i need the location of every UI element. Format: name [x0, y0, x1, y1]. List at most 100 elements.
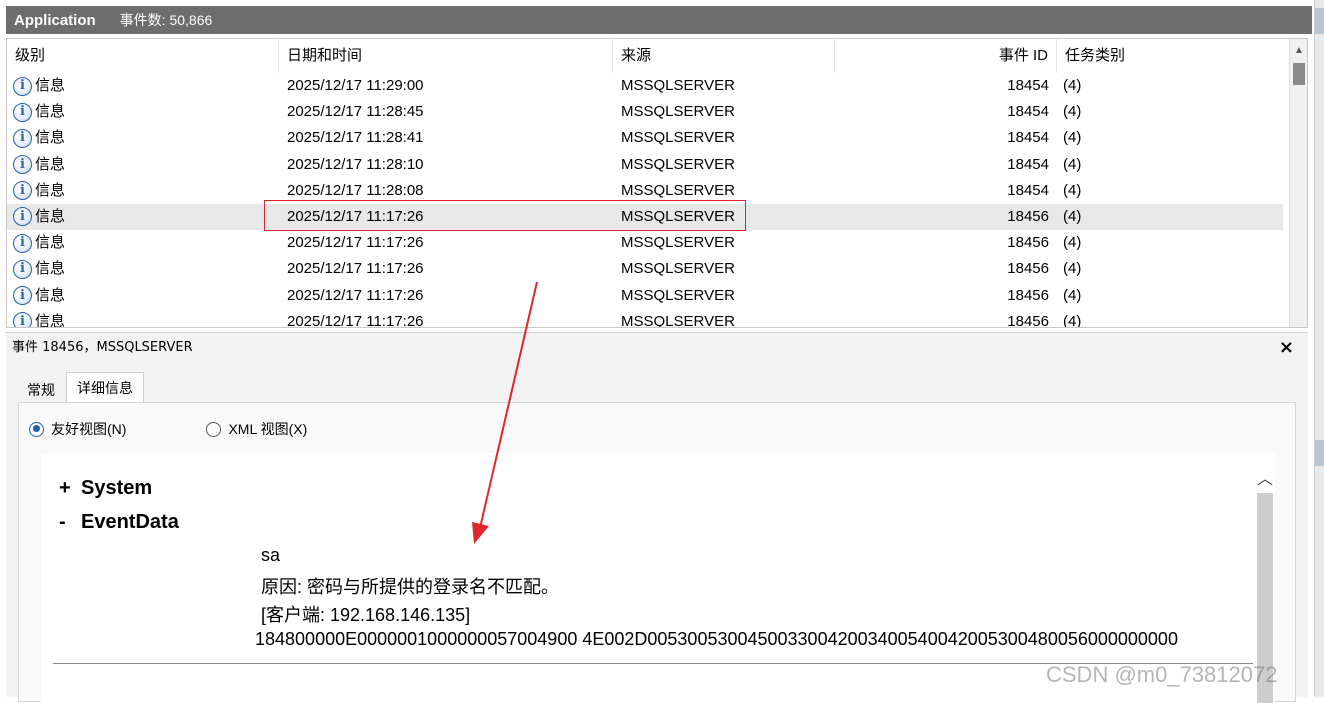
date-cell: 2025/12/17 11:28:45 — [287, 103, 424, 121]
log-titlebar: Application 事件数: 50,866 — [6, 6, 1312, 34]
level-cell: i 信息 — [13, 230, 65, 256]
radio-xml-view[interactable]: XML 视图(X) — [206, 419, 307, 439]
table-row[interactable]: i 信息 2025/12/17 11:17:26 MSSQLSERVER 18456 (4… — [7, 203, 1283, 231]
source-cell: MSSQLSERVER — [621, 234, 735, 252]
event-detail-header: 事件 18456，MSSQLSERVER × — [6, 332, 1308, 362]
level-text: 信息 — [35, 77, 66, 94]
column-header-source[interactable]: 来源 — [613, 39, 835, 73]
level-cell: i 信息 — [13, 73, 65, 99]
task-cell: (4) — [1063, 286, 1082, 304]
chevron-up-icon[interactable]: ︿ — [1257, 465, 1273, 489]
tree-node-eventdata[interactable]: - EventData — [59, 511, 179, 534]
info-icon: i — [13, 207, 32, 227]
table-row[interactable]: i 信息 2025/12/17 11:17:26 MSSQLSERVER 18456 (4… — [7, 283, 1283, 309]
expand-icon[interactable]: + — [59, 477, 81, 500]
event-list-header: 级别 日期和时间 来源 事件 ID 任务类别 — [7, 39, 1289, 73]
radio-unchecked-icon[interactable] — [206, 421, 222, 437]
date-cell: 2025/12/17 11:17:26 — [287, 260, 424, 278]
eventdata-reason: 原因: 密码与所提供的登录名不匹配。 — [261, 577, 560, 597]
level-cell: i 信息 — [13, 178, 65, 204]
event-detail-body: 常规 详细信息 友好视图(N) XML 视图(X) + System - Eve… — [6, 362, 1308, 703]
info-icon: i — [13, 259, 32, 279]
table-row[interactable]: i 信息 2025/12/17 11:17:26 MSSQLSERVER 18456 (4… — [7, 230, 1283, 256]
event-rows: i 信息 2025/12/17 11:29:00 MSSQLSERVER 18454 (4… — [7, 73, 1283, 328]
collapse-icon[interactable]: - — [59, 511, 81, 534]
level-text: 信息 — [35, 103, 66, 121]
task-cell: (4) — [1063, 129, 1082, 147]
level-cell: i 信息 — [13, 125, 65, 151]
tree-node-system-label: System — [81, 477, 153, 499]
event-id-cell: 18456 — [1007, 207, 1049, 225]
level-text: 信息 — [35, 234, 66, 252]
column-header-level[interactable]: 级别 — [7, 39, 279, 73]
date-cell: 2025/12/17 11:17:26 — [287, 286, 424, 304]
task-cell: (4) — [1063, 181, 1082, 199]
date-cell: 2025/12/17 11:28:08 — [287, 181, 424, 199]
level-text: 信息 — [35, 207, 66, 225]
column-header-event-id[interactable]: 事件 ID — [835, 39, 1057, 73]
radio-friendly-view[interactable]: 友好视图(N) — [29, 419, 126, 439]
source-cell: MSSQLSERVER — [621, 155, 735, 173]
close-icon[interactable]: × — [1279, 333, 1294, 363]
tree-node-system[interactable]: + System — [59, 477, 152, 500]
source-cell: MSSQLSERVER — [621, 286, 735, 304]
date-cell: 2025/12/17 11:17:26 — [287, 312, 424, 328]
event-id-cell: 18456 — [1007, 260, 1049, 278]
level-text: 信息 — [35, 155, 66, 173]
level-cell: i 信息 — [13, 152, 65, 178]
level-text: 信息 — [35, 129, 66, 147]
level-text: 信息 — [35, 286, 66, 304]
column-header-date[interactable]: 日期和时间 — [279, 39, 613, 73]
source-cell: MSSQLSERVER — [621, 207, 735, 225]
level-cell: i 信息 — [13, 309, 65, 327]
eventdata-user: sa — [261, 545, 281, 565]
level-cell: i 信息 — [13, 204, 65, 230]
event-list-scrollbar[interactable]: ▲ — [1289, 39, 1307, 327]
info-icon: i — [13, 102, 32, 122]
radio-xml-label: XML 视图(X) — [228, 421, 308, 437]
event-id-cell: 18454 — [1007, 77, 1049, 94]
source-cell: MSSQLSERVER — [621, 181, 735, 199]
info-icon: i — [13, 155, 32, 175]
event-id-cell: 18454 — [1007, 181, 1049, 199]
radio-checked-icon[interactable] — [29, 421, 44, 437]
log-name: Application — [14, 11, 96, 29]
table-row[interactable]: i 信息 2025/12/17 11:28:41 MSSQLSERVER 18454 (4… — [7, 125, 1283, 151]
event-id-cell: 18456 — [1007, 286, 1049, 304]
info-icon: i — [13, 128, 32, 148]
scrollbar-thumb[interactable] — [1293, 63, 1305, 85]
event-id-cell: 18456 — [1007, 312, 1049, 328]
table-row[interactable]: i 信息 2025/12/17 11:28:10 MSSQLSERVER 18454 (4… — [7, 152, 1283, 178]
source-cell: MSSQLSERVER — [621, 129, 735, 147]
details-tab-content: 友好视图(N) XML 视图(X) + System - EventData s… — [18, 402, 1296, 703]
table-row[interactable]: i 信息 2025/12/17 11:17:26 MSSQLSERVER 18456 (4… — [7, 256, 1283, 282]
table-row[interactable]: i 信息 2025/12/17 11:28:08 MSSQLSERVER 18454 (4… — [7, 178, 1283, 204]
actions-pane-edge — [1314, 0, 1324, 697]
table-row[interactable]: i 信息 2025/12/17 11:17:26 MSSQLSERVER 18456 (4… — [7, 309, 1283, 328]
event-id-cell: 18454 — [1007, 103, 1049, 121]
source-cell: MSSQLSERVER — [621, 312, 735, 328]
task-cell: (4) — [1063, 77, 1082, 94]
event-id-cell: 18454 — [1007, 155, 1049, 173]
event-list: 级别 日期和时间 来源 事件 ID 任务类别 i 信息 2025/12/17 11:… — [6, 38, 1308, 328]
date-cell: 2025/12/17 11:28:10 — [287, 155, 424, 173]
info-icon: i — [13, 286, 32, 305]
source-cell: MSSQLSERVER — [621, 77, 735, 94]
table-row[interactable]: i 信息 2025/12/17 11:28:45 MSSQLSERVER 18454 (4… — [7, 99, 1283, 125]
table-row[interactable]: i 信息 2025/12/17 11:29:00 MSSQLSERVER 18454 (4… — [7, 73, 1283, 99]
task-cell: (4) — [1063, 155, 1082, 173]
date-cell: 2025/12/17 11:17:26 — [287, 207, 424, 225]
scroll-up-icon[interactable]: ▲ — [1294, 45, 1304, 56]
tree-node-eventdata-label: EventData — [81, 511, 179, 533]
source-cell: MSSQLSERVER — [621, 260, 735, 278]
tab-details[interactable]: 详细信息 — [66, 372, 144, 404]
watermark: CSDN @m0_73812072 — [1046, 662, 1278, 687]
view-mode-radios: 友好视图(N) XML 视图(X) — [29, 419, 387, 439]
level-cell: i 信息 — [13, 283, 65, 309]
column-header-task[interactable]: 任务类别 — [1057, 39, 1283, 73]
tab-general[interactable]: 常规 — [16, 372, 66, 404]
info-icon: i — [13, 312, 32, 327]
event-id-cell: 18456 — [1007, 234, 1049, 252]
task-cell: (4) — [1063, 234, 1082, 252]
event-id-cell: 18454 — [1007, 129, 1049, 147]
